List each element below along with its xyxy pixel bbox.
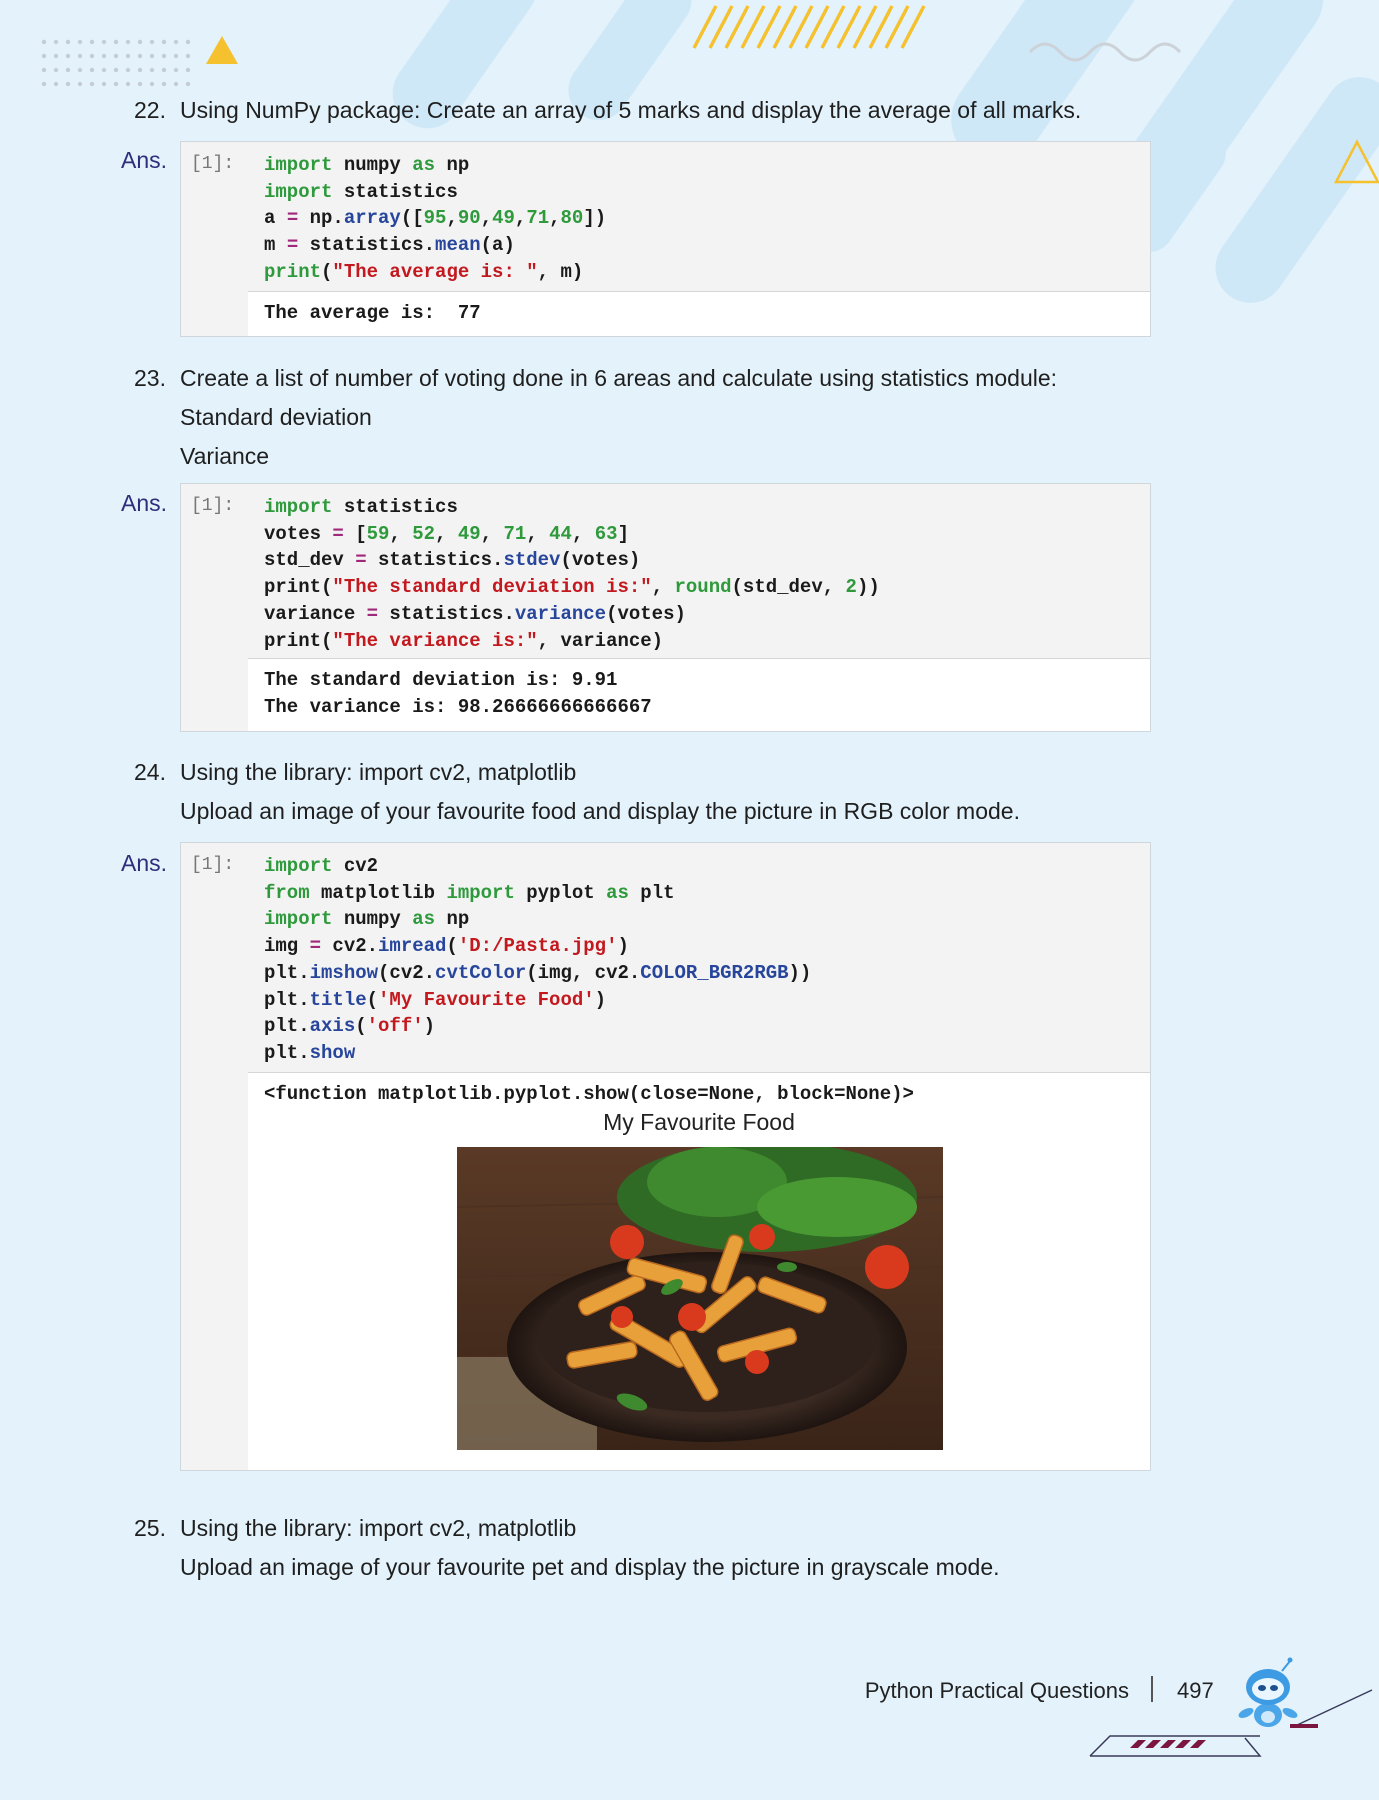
question-number: 25. — [134, 1515, 166, 1541]
output-line: The variance is: 98.26666666666667 — [264, 696, 652, 718]
cell-prompt: [1]: — [191, 496, 235, 516]
question-number: 23. — [134, 365, 166, 391]
robot-mascot-icon — [1238, 1657, 1298, 1727]
code-line: import statistics — [264, 180, 458, 203]
code-line: import numpy as np — [264, 154, 470, 176]
code-line: print("The standard deviation is:", roun… — [264, 576, 880, 599]
question-text: Using NumPy package: Create an array of … — [180, 97, 1082, 123]
code-input[interactable]: import numpy as np import statistics a = n… — [248, 142, 1150, 292]
code-line: plt.show — [264, 1041, 356, 1064]
page-number: 497 — [1177, 1678, 1214, 1703]
code-line: votes = [59, 52, 49, 71, 44, 63] — [264, 522, 629, 545]
code-line: import statistics — [264, 496, 458, 518]
code-input[interactable]: import statistics votes = [59, 52, 49, 71… — [248, 484, 1150, 660]
code-line: std_dev = statistics.stdev(votes) — [264, 549, 641, 572]
code-line: variance = statistics.variance(votes) — [264, 602, 686, 625]
code-line: import numpy as np — [264, 908, 470, 931]
code-cell-2[interactable]: [1]: import statistics votes = [59, 52, 4… — [180, 483, 1151, 732]
code-line: m = statistics.mean(a) — [264, 234, 515, 257]
code-line: plt.axis('off') — [264, 1015, 436, 1038]
code-line: img = cv2.imread('D:/Pasta.jpg') — [264, 935, 629, 958]
question-text: Using the library: import cv2, matplotli… — [180, 759, 577, 785]
cell-prompt: [1]: — [191, 855, 235, 875]
code-block: import numpy as np import statistics a = n… — [248, 142, 1150, 286]
ans-label: Ans. — [121, 850, 168, 876]
question-text: Standard deviation — [180, 404, 372, 430]
code-line: print("The average is: ", m) — [264, 260, 584, 283]
question-text: Using the library: import cv2, matplotli… — [180, 1515, 577, 1541]
pasta-image — [457, 1147, 943, 1450]
code-line: print("The variance is:", variance) — [264, 629, 664, 652]
code-output: <function matplotlib.pyplot.show(close=N… — [248, 1072, 1150, 1470]
code-cell-1[interactable]: [1]: import numpy as np import statistics… — [180, 141, 1151, 337]
code-output: The standard deviation is: 9.91 The vari… — [248, 658, 1150, 731]
code-input[interactable]: import cv2 from matplotlib import pyplot … — [248, 843, 1150, 1074]
code-output: The average is: 77 — [248, 291, 1150, 336]
code-cell-3[interactable]: [1]: import cv2 from matplotlib import py… — [180, 842, 1151, 1471]
code-line: a = np.array([95,90,49,71,80]) — [264, 207, 607, 230]
code-line: from matplotlib import pyplot as plt — [264, 881, 675, 904]
question-number: 22. — [134, 97, 166, 123]
code-block: import cv2 from matplotlib import pyplot … — [248, 843, 1150, 1067]
code-block: import statistics votes = [59, 52, 49, 71… — [248, 484, 1150, 654]
question-text: Create a list of number of voting done i… — [180, 365, 1058, 391]
output-line: The average is: 77 — [264, 302, 481, 324]
ans-label: Ans. — [121, 147, 168, 173]
ans-label: Ans. — [121, 490, 168, 516]
cell-prompt: [1]: — [191, 154, 235, 174]
question-number: 24. — [134, 759, 166, 785]
code-line: plt.imshow(cv2.cvtColor(img, cv2.COLOR_B… — [264, 961, 812, 984]
output-line: The standard deviation is: 9.91 — [264, 669, 618, 691]
footer-divider — [1151, 1676, 1153, 1702]
code-line: import cv2 — [264, 855, 379, 877]
code-line: plt.title('My Favourite Food') — [264, 988, 607, 1011]
question-text: Upload an image of your favourite food a… — [180, 798, 1020, 824]
figure-title: My Favourite Food — [603, 1109, 795, 1135]
question-text: Upload an image of your favourite pet an… — [180, 1554, 1000, 1580]
output-line: <function matplotlib.pyplot.show(close=N… — [264, 1083, 914, 1105]
question-text: Variance — [180, 443, 270, 469]
footer-title: Python Practical Questions — [864, 1678, 1129, 1703]
